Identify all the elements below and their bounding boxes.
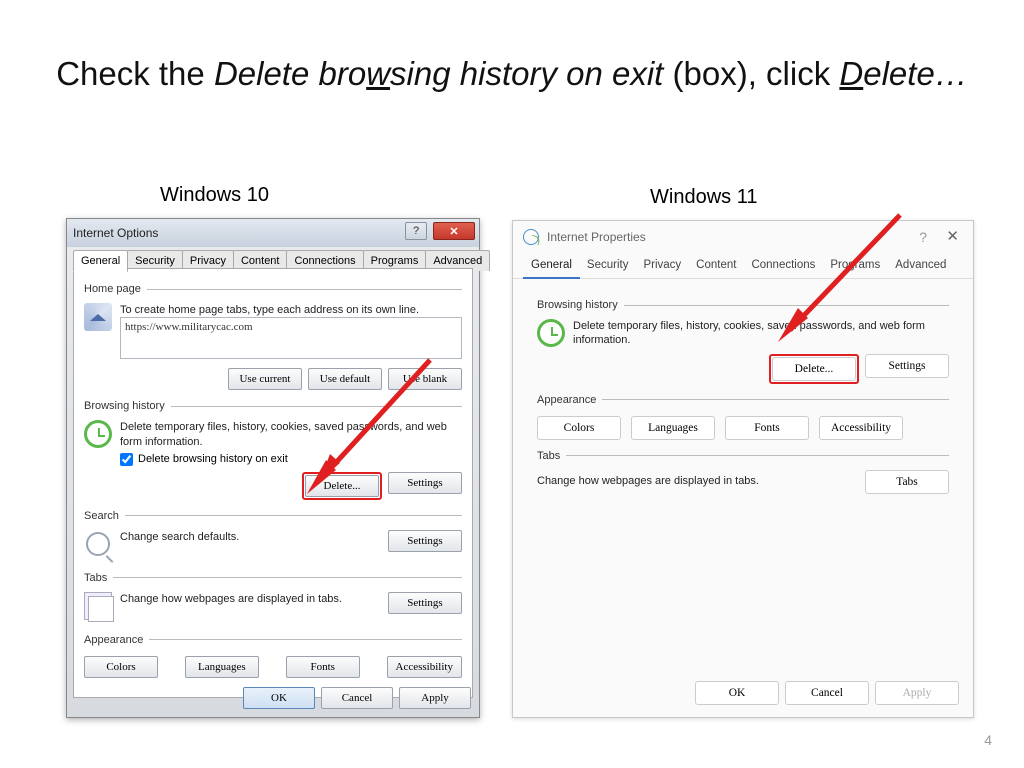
close-button[interactable]: ✕ bbox=[946, 227, 959, 245]
group-homepage: Home page bbox=[84, 283, 147, 295]
annotation-highlight-delete: Delete... bbox=[302, 472, 382, 500]
homepage-url-input[interactable] bbox=[120, 317, 462, 359]
group-browsing-history: Browsing history bbox=[537, 299, 624, 311]
accessibility-button[interactable]: Accessibility bbox=[819, 416, 903, 440]
group-browsing-history: Browsing history bbox=[84, 400, 171, 412]
search-desc: Change search defaults. bbox=[120, 530, 380, 544]
tab-content[interactable]: Content bbox=[688, 253, 744, 278]
tabs-desc: Change how webpages are displayed in tab… bbox=[120, 592, 380, 606]
tab-general[interactable]: General bbox=[523, 253, 580, 279]
tab-panel-general: Browsing history Delete temporary files,… bbox=[527, 285, 959, 685]
os-label-win10: Windows 10 bbox=[160, 184, 269, 207]
tab-privacy[interactable]: Privacy bbox=[635, 253, 689, 278]
tabs-icon bbox=[84, 592, 112, 620]
history-desc: Delete temporary files, history, cookies… bbox=[573, 319, 949, 348]
titlebar[interactable]: Internet Options ? ✕ bbox=[67, 219, 479, 247]
globe-icon bbox=[523, 229, 539, 245]
tab-security[interactable]: Security bbox=[579, 253, 637, 278]
history-desc: Delete temporary files, history, cookies… bbox=[120, 420, 462, 449]
group-search: Search bbox=[84, 510, 125, 522]
use-current-button[interactable]: Use current bbox=[228, 368, 302, 390]
tab-connections[interactable]: Connections bbox=[743, 253, 823, 278]
home-icon bbox=[84, 303, 112, 331]
group-tabs: Tabs bbox=[537, 450, 566, 462]
colors-button[interactable]: Colors bbox=[84, 656, 158, 678]
window-title: Internet Properties bbox=[547, 230, 646, 244]
accessibility-button[interactable]: Accessibility bbox=[387, 656, 462, 678]
slide-title: Check the Delete browsing history on exi… bbox=[0, 0, 1024, 97]
internet-properties-window-win11: Internet Properties ? ✕ General Security… bbox=[512, 220, 974, 718]
languages-button[interactable]: Languages bbox=[631, 416, 715, 440]
help-button[interactable]: ? bbox=[405, 222, 427, 240]
tabstrip: General Security Privacy Content Connect… bbox=[513, 253, 973, 279]
ok-button[interactable]: OK bbox=[243, 687, 315, 709]
annotation-highlight-delete: Delete... bbox=[769, 354, 859, 384]
titlebar[interactable]: Internet Properties ? ✕ bbox=[513, 221, 973, 253]
cancel-button[interactable]: Cancel bbox=[321, 687, 393, 709]
tab-panel-general: Home page To create home page tabs, type… bbox=[73, 268, 473, 698]
group-appearance: Appearance bbox=[84, 634, 149, 646]
close-button[interactable]: ✕ bbox=[433, 222, 475, 240]
homepage-desc: To create home page tabs, type each addr… bbox=[120, 303, 462, 317]
os-label-win11: Windows 11 bbox=[650, 186, 757, 209]
internet-options-window-win10: Internet Options ? ✕ General Security Pr… bbox=[66, 218, 480, 718]
colors-button[interactable]: Colors bbox=[537, 416, 621, 440]
fonts-button[interactable]: Fonts bbox=[725, 416, 809, 440]
search-settings-button[interactable]: Settings bbox=[388, 530, 462, 552]
tabs-desc: Change how webpages are displayed in tab… bbox=[537, 474, 857, 488]
delete-history-button[interactable]: Delete... bbox=[305, 475, 379, 497]
page-number: 4 bbox=[984, 732, 992, 748]
tab-general[interactable]: General bbox=[73, 250, 128, 272]
history-icon bbox=[84, 420, 112, 448]
ok-button[interactable]: OK bbox=[695, 681, 779, 705]
delete-on-exit-input[interactable] bbox=[120, 453, 133, 466]
cancel-button[interactable]: Cancel bbox=[785, 681, 869, 705]
history-settings-button[interactable]: Settings bbox=[388, 472, 462, 494]
tab-advanced[interactable]: Advanced bbox=[887, 253, 954, 278]
apply-button[interactable]: Apply bbox=[875, 681, 959, 705]
history-settings-button[interactable]: Settings bbox=[865, 354, 949, 378]
group-appearance: Appearance bbox=[537, 394, 602, 406]
apply-button[interactable]: Apply bbox=[399, 687, 471, 709]
languages-button[interactable]: Languages bbox=[185, 656, 259, 678]
use-blank-button[interactable]: Use blank bbox=[388, 368, 462, 390]
group-tabs: Tabs bbox=[84, 572, 113, 584]
tabs-settings-button[interactable]: Settings bbox=[388, 592, 462, 614]
tab-programs[interactable]: Programs bbox=[822, 253, 888, 278]
tabs-button[interactable]: Tabs bbox=[865, 470, 949, 494]
fonts-button[interactable]: Fonts bbox=[286, 656, 360, 678]
delete-history-button[interactable]: Delete... bbox=[772, 357, 856, 381]
history-icon bbox=[537, 319, 565, 347]
help-button[interactable]: ? bbox=[919, 229, 927, 245]
search-icon bbox=[84, 530, 112, 558]
delete-on-exit-checkbox[interactable]: Delete browsing history on exit bbox=[120, 453, 462, 466]
window-title: Internet Options bbox=[73, 226, 158, 240]
use-default-button[interactable]: Use default bbox=[308, 368, 382, 390]
